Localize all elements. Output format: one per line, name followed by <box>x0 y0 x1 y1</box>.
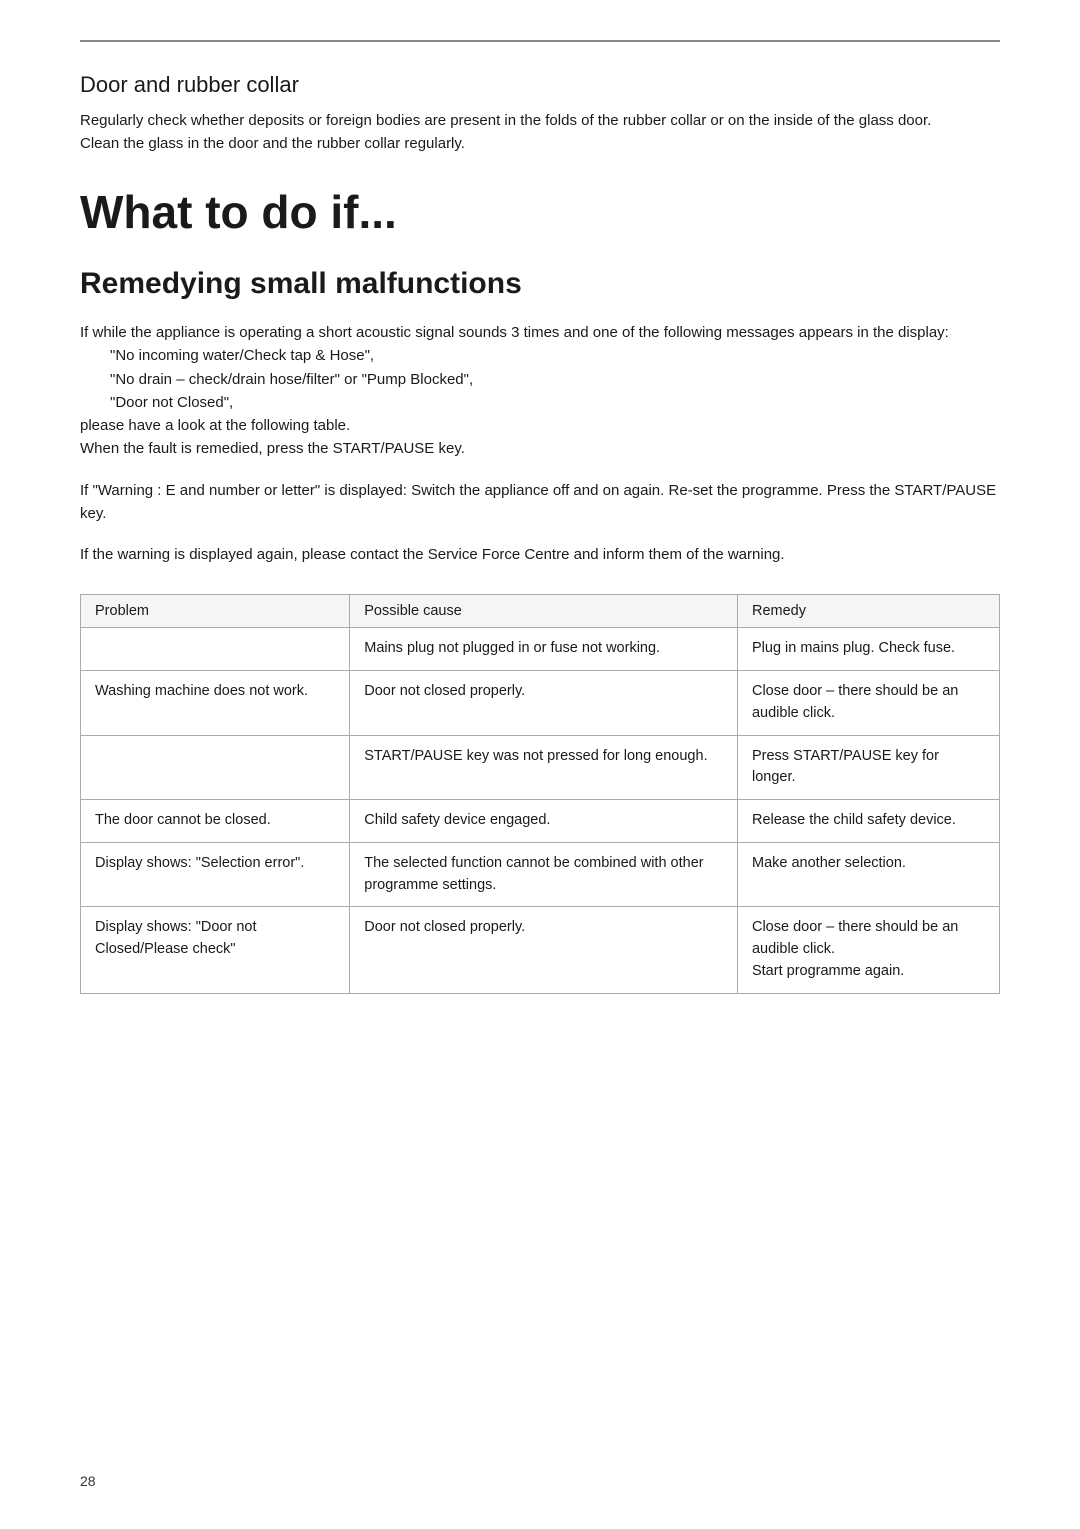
main-title: What to do if... <box>80 185 1000 239</box>
intro-text-2: If "Warning : E and number or letter" is… <box>80 479 1000 526</box>
table-row: Mains plug not plugged in or fuse not wo… <box>81 628 1000 671</box>
row-1-remedy: Plug in mains plug. Check fuse. <box>737 628 999 671</box>
row-5-problem: Display shows: "Selection error". <box>81 842 350 907</box>
row-3-cause: START/PAUSE key was not pressed for long… <box>350 735 738 800</box>
section-title: Remedying small malfunctions <box>80 267 1000 301</box>
row-1-problem <box>81 628 350 671</box>
page-number: 28 <box>80 1473 96 1489</box>
row-4-cause: Child safety device engaged. <box>350 800 738 843</box>
col-header-problem: Problem <box>81 595 350 628</box>
table-section: Problem Possible cause Remedy Mains plug… <box>80 594 1000 993</box>
intro-continuation: please have a look at the following tabl… <box>80 414 1000 461</box>
row-3-problem <box>81 735 350 800</box>
row-6-cause: Door not closed properly. <box>350 907 738 993</box>
row-5-remedy: Make another selection. <box>737 842 999 907</box>
row-3-remedy: Press START/PAUSE key for longer. <box>737 735 999 800</box>
message-1: "No incoming water/Check tap & Hose", <box>110 344 1000 367</box>
table-row: Washing machine does not work. Door not … <box>81 671 1000 736</box>
row-6-remedy: Close door – there should be an audible … <box>737 907 999 993</box>
intro-text-3: If the warning is displayed again, pleas… <box>80 543 1000 566</box>
top-border <box>80 40 1000 42</box>
row-4-problem: The door cannot be closed. <box>81 800 350 843</box>
door-collar-body: Regularly check whether deposits or fore… <box>80 110 1000 155</box>
row-2-cause: Door not closed properly. <box>350 671 738 736</box>
row-2-problem: Washing machine does not work. <box>81 671 350 736</box>
table-row: Display shows: "Selection error". The se… <box>81 842 1000 907</box>
row-6-problem: Display shows: "Door not Closed/Please c… <box>81 907 350 993</box>
table-row: The door cannot be closed. Child safety … <box>81 800 1000 843</box>
intro-text-1: If while the appliance is operating a sh… <box>80 321 1000 344</box>
col-header-remedy: Remedy <box>737 595 999 628</box>
malfunction-table: Problem Possible cause Remedy Mains plug… <box>80 594 1000 993</box>
door-collar-title: Door and rubber collar <box>80 72 1000 98</box>
table-row: Display shows: "Door not Closed/Please c… <box>81 907 1000 993</box>
row-2-remedy: Close door – there should be an audible … <box>737 671 999 736</box>
intro-block-3: If the warning is displayed again, pleas… <box>80 543 1000 566</box>
message-3: "Door not Closed", <box>110 391 1000 414</box>
row-4-remedy: Release the child safety device. <box>737 800 999 843</box>
row-1-cause: Mains plug not plugged in or fuse not wo… <box>350 628 738 671</box>
message-2: "No drain – check/drain hose/filter" or … <box>110 368 1000 391</box>
intro-block-2: If "Warning : E and number or letter" is… <box>80 479 1000 526</box>
door-collar-section: Door and rubber collar Regularly check w… <box>80 72 1000 155</box>
col-header-cause: Possible cause <box>350 595 738 628</box>
row-5-cause: The selected function cannot be combined… <box>350 842 738 907</box>
indented-messages: "No incoming water/Check tap & Hose", "N… <box>80 344 1000 414</box>
intro-block-1: If while the appliance is operating a sh… <box>80 321 1000 461</box>
table-row: START/PAUSE key was not pressed for long… <box>81 735 1000 800</box>
